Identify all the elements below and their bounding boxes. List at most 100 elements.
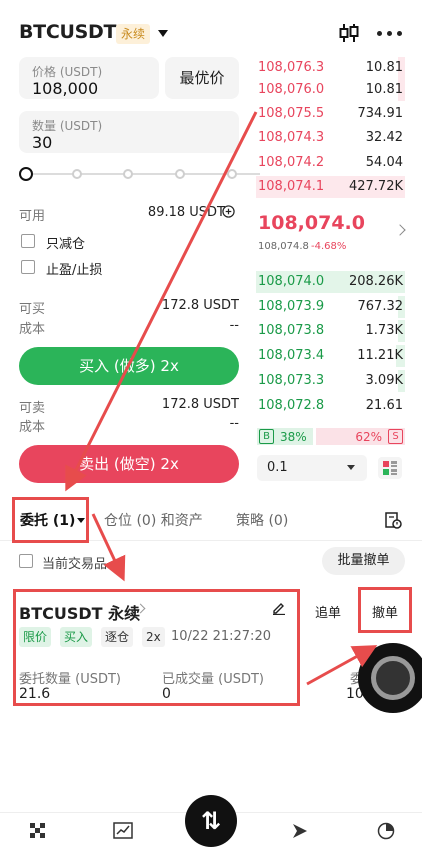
ask-price: 108,074.1 — [258, 179, 325, 194]
floating-assist-button[interactable] — [358, 643, 422, 713]
can-sell-label: 可卖 — [19, 401, 46, 416]
bid-row[interactable]: 108,073.8 1.73K — [256, 319, 405, 343]
annotation-box-orders-tab — [12, 497, 89, 543]
sell-ratio-label: 62% — [355, 430, 382, 444]
chase-order-button[interactable]: 追单 — [315, 602, 341, 621]
can-sell-value: 172.8 USDT — [161, 397, 239, 412]
current-pair-label: 当前交易品 — [42, 557, 108, 572]
reduce-only-checkbox[interactable] — [21, 234, 35, 248]
sell-short-button[interactable]: 卖出 (做空) 2x — [19, 445, 239, 483]
bid-price: 108,073.9 — [258, 299, 325, 314]
bid-qty: 208.26K — [348, 274, 403, 289]
bid-row[interactable]: 108,073.9 767.32 — [256, 295, 405, 319]
bid-price: 108,074.0 — [258, 274, 325, 289]
batch-cancel-button[interactable]: 批量撤单 — [322, 547, 405, 575]
slider-knob[interactable] — [19, 167, 33, 181]
last-price: 108,074.0 — [258, 212, 365, 234]
bid-row[interactable]: 108,073.4 11.21K — [256, 344, 405, 368]
ask-row[interactable]: 108,074.3 32.42 — [256, 126, 405, 150]
more-icon[interactable] — [377, 31, 403, 37]
annotation-box-cancel — [358, 587, 412, 633]
annotation-box-order-card — [13, 589, 300, 706]
assist-circle-icon — [371, 656, 415, 700]
ask-price: 108,075.5 — [258, 106, 325, 121]
bid-price: 108,073.4 — [258, 348, 325, 363]
ask-qty: 32.42 — [365, 130, 403, 145]
bid-qty: 3.09K — [365, 373, 403, 388]
price-input[interactable]: 价格 (USDT) 108,000 — [19, 57, 159, 99]
ask-qty: 10.81 — [365, 82, 403, 97]
grid-icon[interactable] — [28, 822, 48, 840]
ask-qty: 54.04 — [365, 155, 403, 170]
bid-row[interactable]: 108,072.8 21.61 — [256, 394, 405, 418]
buy-sell-ratio-bar: B 38% 62% S — [257, 428, 405, 445]
bid-qty: 11.21K — [357, 348, 403, 363]
sell-tag: S — [388, 429, 403, 444]
ask-row[interactable]: 108,074.1 427.72K — [256, 175, 405, 199]
depth-select[interactable]: 0.1 — [257, 455, 367, 481]
available-label: 可用 — [19, 209, 46, 224]
candlestick-icon[interactable] — [338, 22, 360, 44]
chevron-right-icon[interactable] — [394, 224, 406, 236]
tab-strategy[interactable]: 策略 (0) — [236, 510, 288, 530]
buy-cost-value: -- — [229, 318, 239, 333]
caret-down-icon — [347, 465, 355, 470]
slider-tick[interactable] — [123, 169, 133, 179]
quantity-slider[interactable] — [26, 173, 260, 175]
slider-tick[interactable] — [72, 169, 82, 179]
bid-row[interactable]: 108,073.3 3.09K — [256, 369, 405, 393]
bid-row[interactable]: 108,074.0 208.26K — [256, 270, 405, 294]
bid-qty: 21.61 — [365, 398, 403, 413]
price-label: 价格 (USDT) — [32, 65, 103, 79]
best-price-button[interactable]: 最优价 — [165, 57, 239, 99]
ask-price: 108,074.2 — [258, 155, 325, 170]
quantity-label: 数量 (USDT) — [32, 119, 103, 133]
tp-sl-checkbox[interactable] — [21, 260, 35, 274]
price-change: -4.68% — [311, 241, 347, 252]
buy-cost-label: 成本 — [19, 322, 46, 337]
available-value: 89.18 USDT — [147, 205, 225, 220]
tab-positions[interactable]: 仓位 (0) 和资产 — [104, 510, 203, 530]
trade-swap-button[interactable]: ⇅ — [185, 795, 237, 847]
bid-price: 108,073.3 — [258, 373, 325, 388]
bid-price: 108,073.8 — [258, 323, 325, 338]
mark-price: 108,074.8 — [258, 241, 309, 252]
sell-cost-value: -- — [229, 416, 239, 431]
ask-price: 108,076.0 — [258, 82, 325, 97]
sell-cost-label: 成本 — [19, 420, 46, 435]
ask-row[interactable]: 108,075.5 734.91 — [256, 102, 405, 126]
assets-pie-icon[interactable] — [376, 822, 396, 840]
tp-sl-label: 止盈/止损 — [46, 263, 103, 278]
ask-row[interactable]: 108,074.2 54.04 — [256, 151, 405, 175]
buy-ratio-label: 38% — [280, 430, 307, 444]
compass-icon[interactable] — [290, 822, 310, 840]
buy-tag: B — [259, 429, 274, 444]
slider-tick[interactable] — [175, 169, 185, 179]
slider-tick[interactable] — [227, 169, 237, 179]
bid-qty: 1.73K — [365, 323, 403, 338]
quantity-value: 30 — [32, 133, 53, 152]
price-value: 108,000 — [32, 79, 99, 98]
pair-title[interactable]: BTCUSDT — [19, 21, 116, 43]
chevron-down-icon[interactable] — [158, 30, 168, 37]
plus-circle-icon[interactable] — [222, 205, 235, 218]
bid-price: 108,072.8 — [258, 398, 325, 413]
ask-qty: 427.72K — [348, 179, 403, 194]
ask-row[interactable]: 108,076.0 10.81 — [256, 78, 405, 102]
quantity-input[interactable]: 数量 (USDT) 30 — [19, 111, 239, 153]
orderbook-layout-icon[interactable] — [378, 457, 402, 479]
buy-long-button[interactable]: 买入 (做多) 2x — [19, 347, 239, 385]
perpetual-badge: 永续 — [116, 24, 151, 44]
reduce-only-label: 只减仓 — [46, 237, 86, 252]
ask-qty: 734.91 — [357, 106, 404, 121]
depth-value: 0.1 — [267, 460, 288, 475]
can-buy-label: 可买 — [19, 302, 46, 317]
current-pair-checkbox[interactable] — [19, 554, 33, 568]
order-history-icon[interactable] — [384, 511, 402, 529]
ask-row[interactable]: 108,076.3 10.81 — [256, 56, 405, 80]
chart-icon[interactable] — [113, 822, 133, 840]
ask-price: 108,076.3 — [258, 60, 325, 75]
ask-price: 108,074.3 — [258, 130, 325, 145]
ask-qty: 10.81 — [365, 60, 403, 75]
can-buy-value: 172.8 USDT — [161, 298, 239, 313]
